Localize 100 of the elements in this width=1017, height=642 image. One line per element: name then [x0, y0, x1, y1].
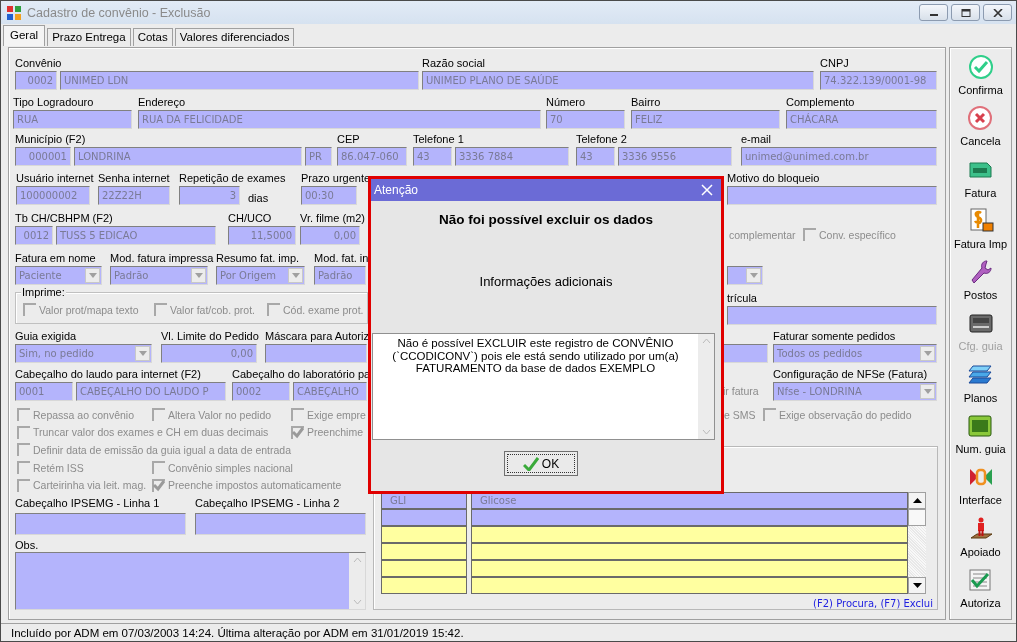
text-field[interactable]: 86.047-060	[337, 147, 407, 166]
text-field[interactable]: RUA DA FELICIDADE	[138, 110, 541, 129]
arrow-down-icon[interactable]	[912, 582, 922, 588]
text-field[interactable]: CHÁCARA	[786, 110, 937, 129]
dropdown[interactable]: Por Origem	[216, 266, 305, 285]
checkbox[interactable]	[154, 303, 167, 316]
text-field[interactable]: 0012	[15, 226, 53, 245]
tab[interactable]: Valores diferenciados	[174, 28, 295, 46]
text-field[interactable]: 0001	[15, 382, 73, 401]
dropdown[interactable]	[727, 266, 763, 285]
restore-icon	[960, 8, 971, 17]
text-field[interactable]: 0,00	[161, 344, 257, 363]
checkbox[interactable]	[152, 478, 165, 492]
text-field[interactable]: CABEÇALHO	[293, 382, 367, 401]
toolbar-button[interactable]: Num. guia	[955, 411, 1006, 463]
dropdown[interactable]: Nfse - LONDRINA	[773, 382, 937, 401]
text-field[interactable]	[723, 344, 768, 363]
text-field[interactable]: 3336 7884	[455, 147, 569, 166]
text-field[interactable]: unimed@unimed.com.br	[741, 147, 937, 166]
text-field[interactable]	[265, 344, 367, 363]
toolbar-button[interactable]: Apoiado	[960, 513, 1001, 565]
text-field[interactable]: 00:30	[301, 186, 357, 205]
chevron-up-icon[interactable]	[701, 338, 711, 344]
dropdown[interactable]: Paciente	[15, 266, 102, 285]
text-field[interactable]: UNIMED LDN	[60, 71, 419, 90]
text-field[interactable]: 3	[179, 186, 240, 205]
restore-button[interactable]	[951, 4, 980, 21]
text-field[interactable]	[727, 186, 937, 205]
card-icon	[967, 413, 994, 440]
toolbar-button[interactable]: Fatura	[964, 154, 997, 206]
text-field[interactable]: 0002	[15, 71, 57, 90]
dropdown[interactable]: Sim, no pedido	[15, 344, 152, 363]
text-field[interactable]: 22Z22H	[98, 186, 170, 205]
text-field[interactable]: 0002	[232, 382, 290, 401]
close-icon[interactable]	[701, 184, 713, 196]
dropdown[interactable]: Todos os pedidos	[773, 344, 937, 363]
tab[interactable]: Prazo Entrega	[47, 28, 131, 46]
checkbox[interactable]	[152, 461, 165, 475]
text-field[interactable]: Padrão	[314, 266, 366, 285]
checkbox[interactable]	[17, 478, 30, 492]
toolbar-button[interactable]: Cancela	[960, 103, 1001, 155]
toolbar-button[interactable]: Fatura Imp	[953, 205, 1008, 258]
text-field[interactable]: 100000002	[16, 186, 90, 205]
text-field[interactable]: RUA	[13, 110, 132, 129]
dropdown[interactable]: Padrão	[110, 266, 208, 285]
toolbar-button[interactable]: Confirma	[958, 52, 1003, 104]
minimize-button[interactable]	[919, 4, 948, 21]
text-field[interactable]: 0,00	[300, 226, 360, 245]
text-field[interactable]	[195, 512, 366, 535]
toolbar-button[interactable]: Autoriza	[960, 564, 1001, 617]
scroll-up-button[interactable]	[908, 491, 926, 509]
text-field[interactable]: LONDRINA	[74, 147, 302, 166]
chevron-down-icon[interactable]	[352, 598, 362, 605]
checkbox[interactable]	[291, 408, 304, 422]
field-label: Máscara para Autoriz	[265, 330, 369, 343]
checkbox[interactable]	[17, 425, 30, 439]
checkbox[interactable]	[23, 303, 36, 316]
text-field[interactable]: 70	[546, 110, 625, 129]
shortcut-hint: (F2) Procura, (F7) Exclui	[813, 597, 933, 609]
text-field[interactable]: CABEÇALHO DO LAUDO P	[76, 382, 226, 401]
text-field[interactable]: 43	[413, 147, 452, 166]
text-area[interactable]	[15, 551, 366, 610]
text-field[interactable]	[727, 306, 937, 325]
text-field[interactable]: FELIZ	[631, 110, 780, 129]
scrollbar[interactable]	[349, 552, 365, 609]
tab[interactable]: Cotas	[132, 28, 173, 46]
text-field[interactable]: 000001	[15, 147, 71, 166]
checkbox[interactable]	[152, 408, 165, 422]
chevron-up-icon[interactable]	[352, 556, 362, 563]
scrollbar[interactable]	[908, 491, 926, 594]
chevron-down-icon[interactable]	[701, 429, 711, 435]
text-field[interactable]: PR	[305, 147, 332, 166]
toolbar-button[interactable]: Planos	[963, 359, 998, 412]
text-field[interactable]: TUSS 5 EDICAO	[56, 226, 216, 245]
text-field[interactable]	[15, 512, 186, 535]
field-label: Senha internet	[98, 172, 170, 185]
close-button[interactable]	[983, 4, 1012, 21]
ok-button[interactable]: OK	[504, 451, 578, 476]
text-field[interactable]: 3336 9556	[618, 147, 732, 166]
field-label: Motivo do bloqueio	[727, 172, 820, 185]
checkbox[interactable]	[17, 443, 30, 457]
text-field[interactable]: 11,5000	[228, 226, 296, 245]
text-field[interactable]: 74.322.139/0001-98	[820, 71, 937, 90]
checkbox[interactable]	[803, 228, 816, 241]
text-field[interactable]: 43	[576, 147, 615, 166]
toolbar-button[interactable]: Postos	[963, 257, 998, 309]
checkbox[interactable]	[763, 408, 776, 422]
checkbox[interactable]	[17, 408, 30, 422]
field-label: Tb CH/CBHPM (F2)	[15, 212, 113, 225]
checkbox[interactable]	[267, 303, 280, 316]
field-label: CNPJ	[820, 57, 849, 70]
checkbox[interactable]	[17, 461, 30, 475]
checkbox[interactable]	[291, 425, 304, 439]
toolbar-button[interactable]: Interface	[959, 462, 1002, 514]
check-circle-icon	[967, 54, 994, 80]
text-field[interactable]: UNIMED PLANO DE SAÚDE	[422, 71, 814, 90]
field-label: trícula	[727, 292, 757, 305]
group-label: Imprime:	[21, 286, 66, 299]
arrow-up-icon[interactable]	[912, 497, 922, 503]
tab[interactable]: Geral	[3, 25, 46, 46]
